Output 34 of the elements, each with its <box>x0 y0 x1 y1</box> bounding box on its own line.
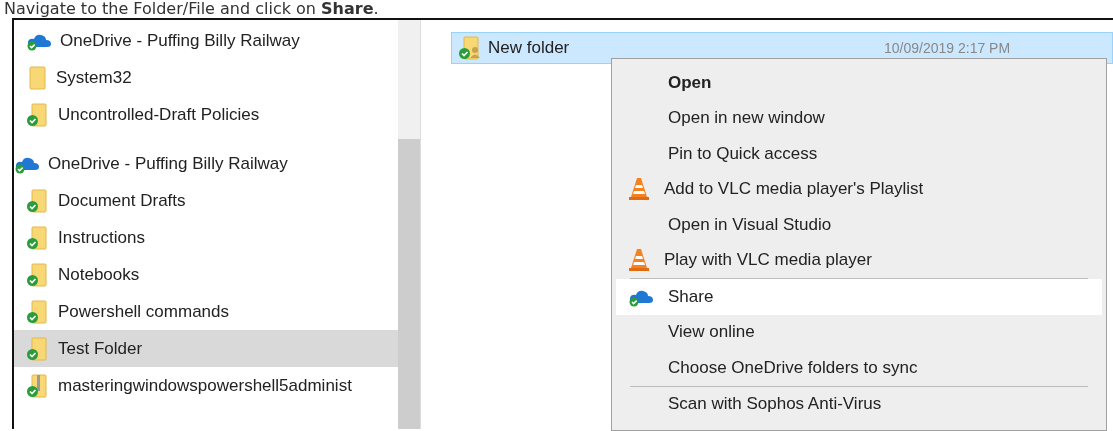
nav-item[interactable]: masteringwindowspowershell5administ <box>14 367 398 404</box>
menu-item[interactable]: Choose OneDrive folders to sync <box>616 350 1102 386</box>
nav-item[interactable]: Test Folder <box>14 330 398 367</box>
zip-folder-icon <box>26 373 50 398</box>
menu-item[interactable]: Open in new window <box>616 100 1102 136</box>
folder-icon <box>26 225 50 250</box>
menu-item[interactable]: Open <box>616 65 1102 101</box>
folder-icon <box>26 262 50 287</box>
folder-icon <box>26 336 50 361</box>
date-modified: 10/09/2019 2:17 PM <box>884 40 1011 56</box>
nav-item[interactable]: Powershell commands <box>14 293 398 330</box>
folder-icon <box>26 102 50 127</box>
nav-item[interactable]: OneDrive - Puffing Billy Railway <box>14 22 398 59</box>
traffic-cone-icon <box>628 248 650 273</box>
folder-icon <box>26 188 50 213</box>
instruction-text: Navigate to the Folder/File and click on Share. <box>3 0 380 18</box>
folder-icon <box>26 65 48 90</box>
nav-item[interactable]: System32 <box>14 59 398 96</box>
menu-item[interactable]: Open in Visual Studio <box>616 207 1102 243</box>
menu-item[interactable]: Add to VLC media player's Playlist <box>616 171 1102 207</box>
menu-item[interactable]: Share <box>616 279 1102 315</box>
menu-item[interactable]: Scan with Sophos Anti-Virus <box>616 386 1102 422</box>
menu-item[interactable]: Pin to Quick access <box>616 136 1102 172</box>
nav-item[interactable]: Document Drafts <box>14 182 398 219</box>
menu-item[interactable]: Play with VLC media player <box>616 242 1102 278</box>
scrollbar[interactable] <box>398 20 420 429</box>
folder-icon <box>458 36 482 60</box>
nav-item[interactable]: Notebooks <box>14 256 398 293</box>
nav-item[interactable]: Uncontrolled-Draft Policies <box>14 96 398 133</box>
folder-icon <box>26 299 50 324</box>
menu-item[interactable]: View online <box>616 314 1102 350</box>
nav-item[interactable]: OneDrive - Puffing Billy Railway <box>14 145 398 182</box>
traffic-cone-icon <box>628 177 650 202</box>
nav-item[interactable]: Instructions <box>14 219 398 256</box>
